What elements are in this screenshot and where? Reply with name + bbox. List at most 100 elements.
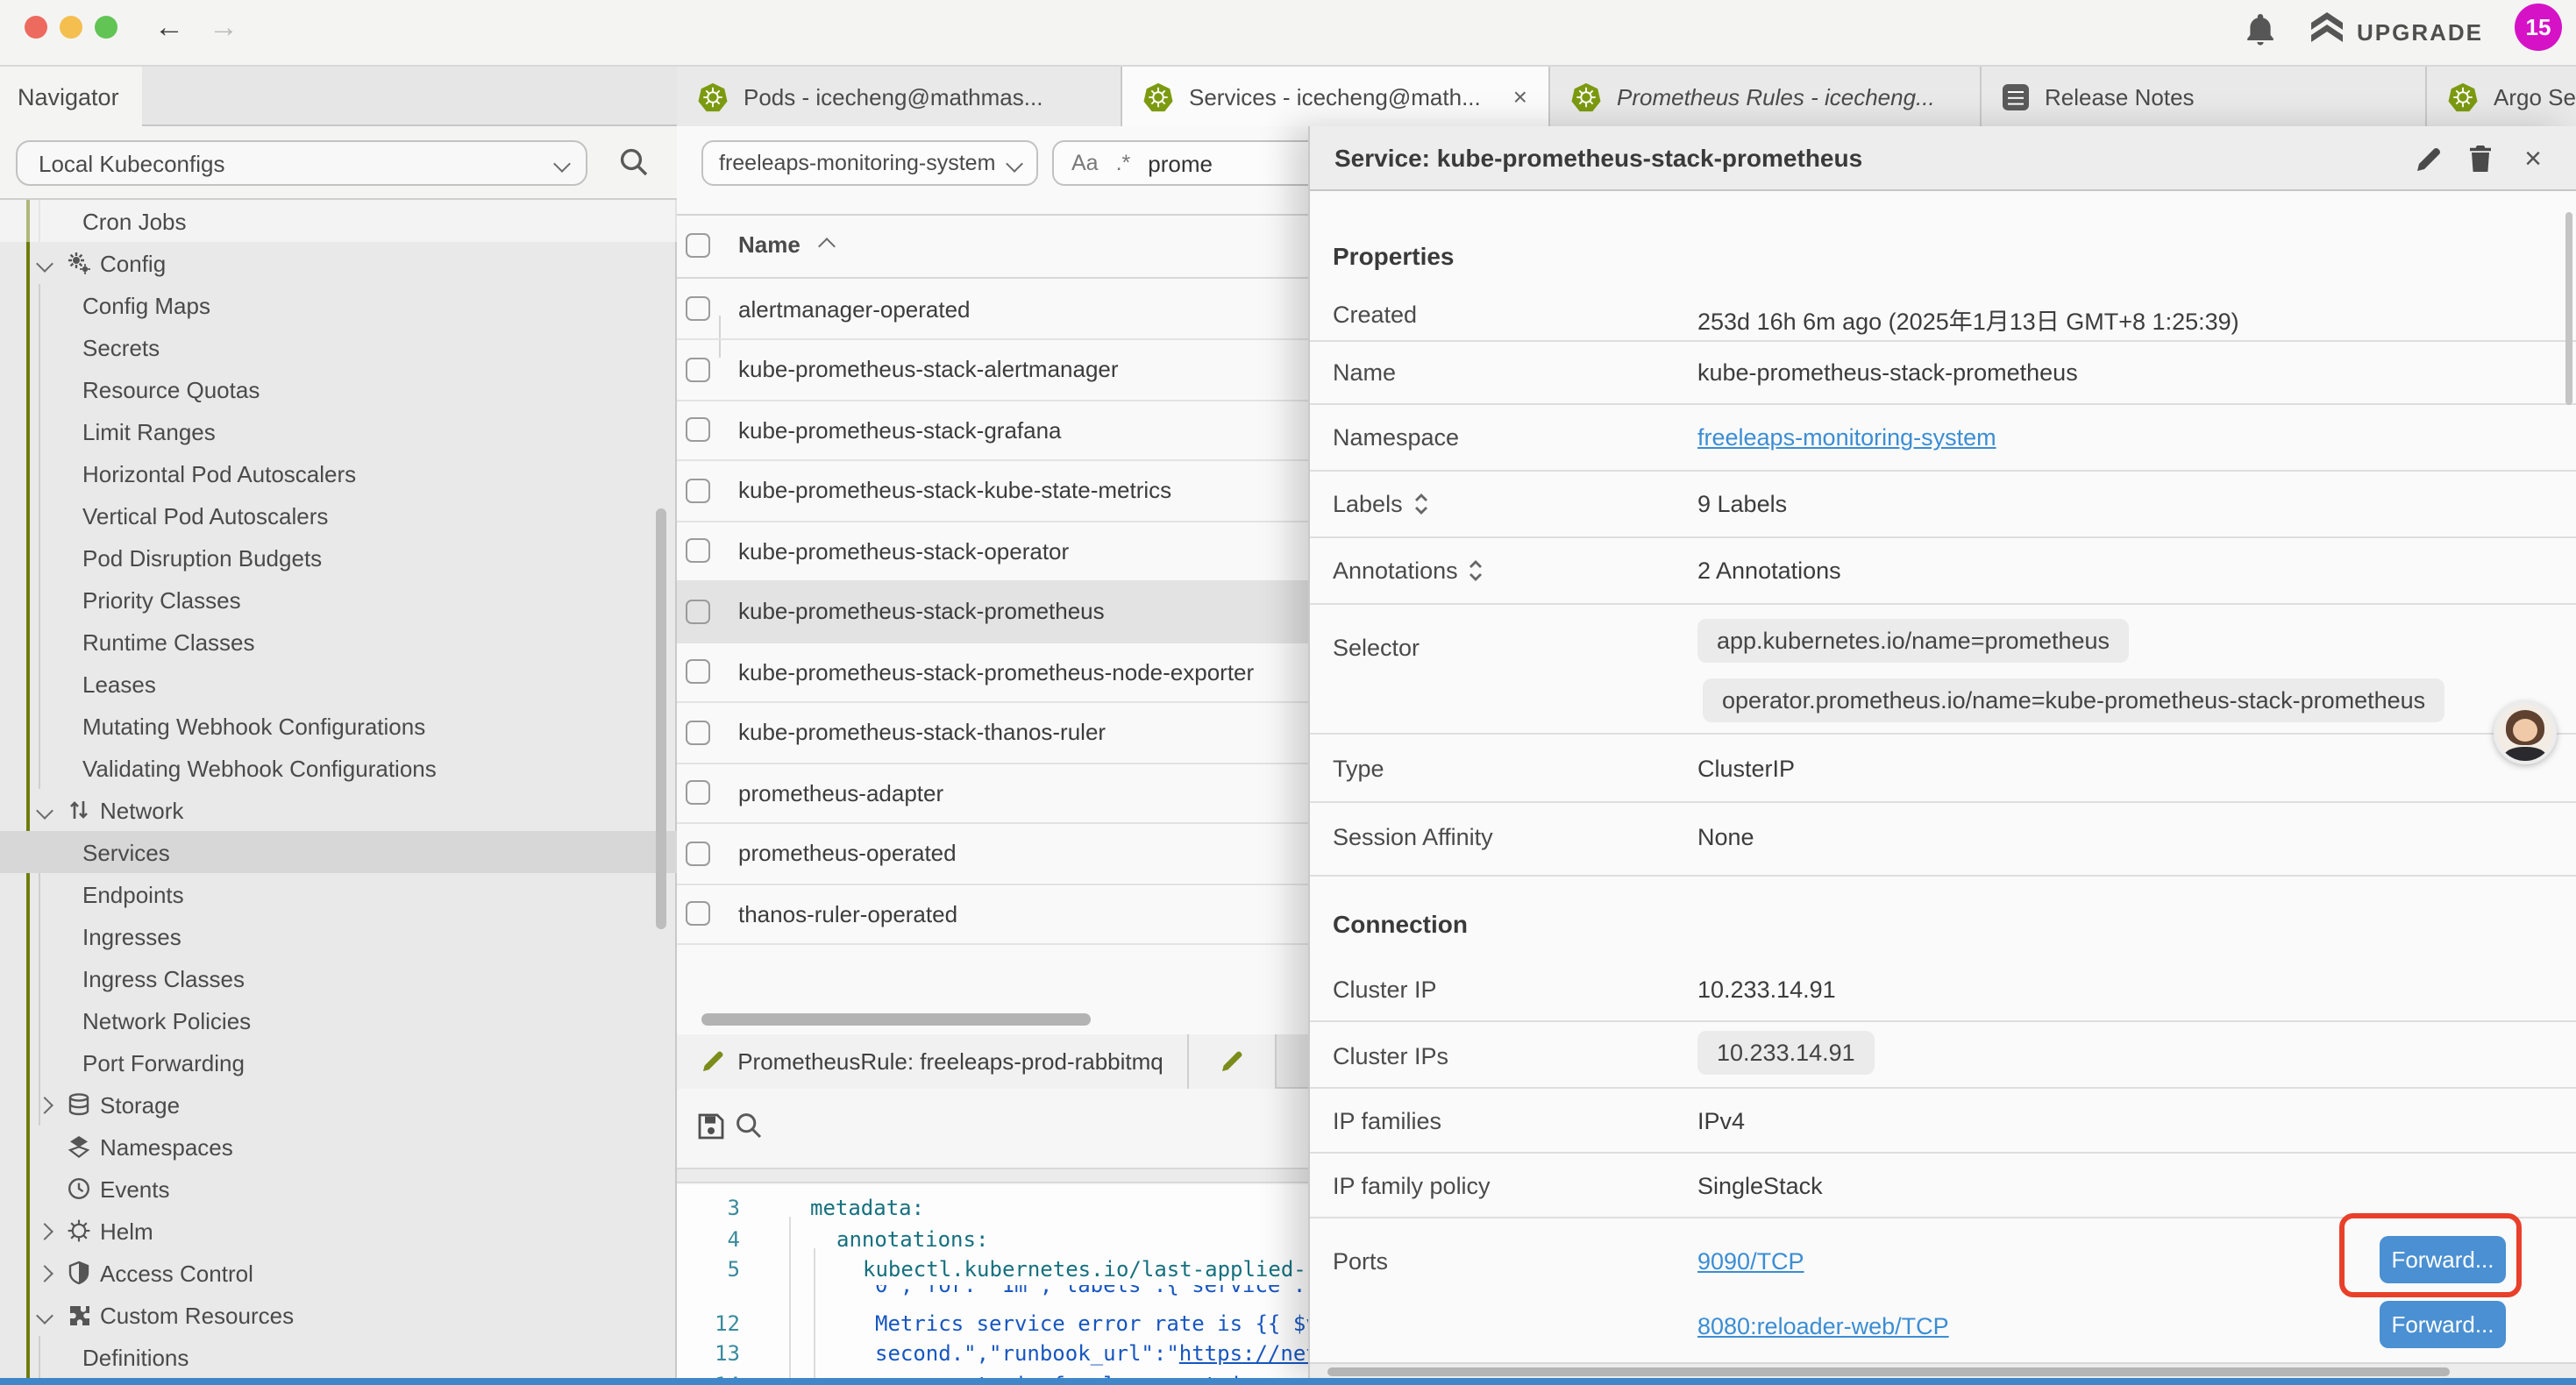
- sidebar-item-config-maps[interactable]: Config Maps: [0, 284, 677, 326]
- sidebar-item-resource-quotas[interactable]: Resource Quotas: [0, 368, 677, 410]
- editor-tab-prometheusrule[interactable]: PrometheusRule: freeleaps-prod-rabbitmq: [677, 1034, 1189, 1089]
- select-all-checkbox[interactable]: [686, 233, 710, 258]
- row-checkbox[interactable]: [686, 781, 710, 806]
- kubeconfig-select[interactable]: Local Kubeconfigs: [16, 140, 587, 186]
- yaml-editor[interactable]: 3metadata: 4annotations: 5kubectl.kubern…: [677, 1185, 1308, 1385]
- table-row[interactable]: prometheus-operated: [677, 824, 1308, 884]
- table-row[interactable]: prometheus-adapter: [677, 764, 1308, 824]
- table-row[interactable]: kube-prometheus-stack-grafana: [677, 401, 1308, 461]
- sidebar-item-ingress-classes[interactable]: Ingress Classes: [0, 957, 677, 999]
- save-icon[interactable]: [696, 1112, 726, 1141]
- row-checkbox[interactable]: [686, 297, 710, 322]
- row-checkbox[interactable]: [686, 539, 710, 564]
- table-row[interactable]: kube-prometheus-stack-alertmanager: [677, 340, 1308, 401]
- row-checkbox[interactable]: [686, 902, 710, 927]
- sidebar-item-horizontal-pod-autoscalers[interactable]: Horizontal Pod Autoscalers: [0, 452, 677, 494]
- table-row[interactable]: kube-prometheus-stack-operator: [677, 522, 1308, 582]
- namespace-filter-select[interactable]: freeleaps-monitoring-system: [701, 140, 1038, 186]
- drawer-horizontal-scrollbar-thumb[interactable]: [1327, 1367, 2450, 1376]
- sidebar-item-events[interactable]: Events: [0, 1168, 677, 1210]
- sidebar-item-namespaces[interactable]: Namespaces: [0, 1126, 677, 1168]
- navigator-panel-tab[interactable]: Navigator: [0, 67, 142, 126]
- sidebar-item-config[interactable]: Config: [0, 242, 677, 284]
- upgrade-chevrons-icon[interactable]: [2309, 12, 2345, 44]
- expand-sort-icon[interactable]: [1413, 493, 1429, 515]
- bell-icon[interactable]: [2245, 12, 2276, 47]
- tab-pods[interactable]: Pods - icecheng@mathmas...: [677, 67, 1122, 126]
- chevron-down-icon[interactable]: [36, 801, 53, 819]
- name-column-header[interactable]: Name: [738, 231, 801, 258]
- row-checkbox[interactable]: [686, 418, 710, 443]
- sidebar-item-ingresses[interactable]: Ingresses: [0, 915, 677, 957]
- upgrade-label[interactable]: UPGRADE: [2357, 19, 2483, 46]
- runbook-url-link[interactable]: https://net: [1179, 1342, 1319, 1367]
- port-8080-link[interactable]: 8080:reloader-web/TCP: [1697, 1313, 1949, 1339]
- delete-trash-icon[interactable]: [2464, 142, 2497, 175]
- sidebar-item-endpoints[interactable]: Endpoints: [0, 873, 677, 915]
- sidebar-item-definitions[interactable]: Definitions: [0, 1336, 677, 1378]
- sidebar-item-secrets[interactable]: Secrets: [0, 326, 677, 368]
- sidebar-item-leases[interactable]: Leases: [0, 663, 677, 705]
- sidebar-item-vertical-pod-autoscalers[interactable]: Vertical Pod Autoscalers: [0, 494, 677, 536]
- chevron-down-icon[interactable]: [36, 254, 53, 272]
- tab-argo[interactable]: Argo Se: [2427, 67, 2576, 126]
- drawer-scrollbar[interactable]: [2565, 212, 2572, 405]
- table-row[interactable]: thanos-ruler-operated: [677, 884, 1308, 945]
- sidebar-item-validating-webhook-configurations[interactable]: Validating Webhook Configurations: [0, 747, 677, 789]
- sidebar-item-network[interactable]: Network: [0, 789, 677, 831]
- table-row[interactable]: kube-prometheus-stack-prometheus-node-ex…: [677, 643, 1308, 703]
- namespace-link[interactable]: freeleaps-monitoring-system: [1697, 424, 1996, 451]
- sidebar-item-port-forwarding[interactable]: Port Forwarding: [0, 1041, 677, 1083]
- sidebar-scrollbar[interactable]: [656, 508, 666, 929]
- sidebar-item-priority-classes[interactable]: Priority Classes: [0, 579, 677, 621]
- minimize-window-button[interactable]: [60, 15, 82, 38]
- table-row[interactable]: kube-prometheus-stack-kube-state-metrics: [677, 461, 1308, 522]
- notification-badge[interactable]: 15: [2515, 4, 2562, 51]
- sidebar-item-mutating-webhook-configurations[interactable]: Mutating Webhook Configurations: [0, 705, 677, 747]
- tab-release-notes[interactable]: Release Notes: [1982, 67, 2427, 126]
- chevron-right-icon[interactable]: [36, 1264, 53, 1282]
- search-input[interactable]: Aa .* prome: [1052, 140, 1350, 186]
- sidebar-item-services[interactable]: Services: [0, 831, 677, 873]
- chevron-right-icon[interactable]: [36, 1096, 53, 1113]
- sidebar-item-runtime-classes[interactable]: Runtime Classes: [0, 621, 677, 663]
- sidebar-item-storage[interactable]: Storage: [0, 1083, 677, 1126]
- row-checkbox[interactable]: [686, 600, 710, 624]
- drawer-horizontal-scrollbar[interactable]: [1310, 1362, 2576, 1378]
- table-row[interactable]: alertmanager-operated: [677, 280, 1308, 340]
- match-case-toggle[interactable]: Aa: [1071, 151, 1099, 175]
- close-icon[interactable]: ×: [2516, 142, 2550, 175]
- editor-tab-partial[interactable]: [1189, 1034, 1276, 1089]
- forward-port-8080-button[interactable]: Forward...: [2380, 1301, 2506, 1348]
- port-9090-link[interactable]: 9090/TCP: [1697, 1248, 1804, 1275]
- sidebar-item-pod-disruption-budgets[interactable]: Pod Disruption Budgets: [0, 536, 677, 579]
- avatar[interactable]: [2494, 701, 2557, 764]
- row-checkbox[interactable]: [686, 479, 710, 503]
- sidebar-item-helm[interactable]: Helm: [0, 1210, 677, 1252]
- back-arrow-icon[interactable]: ←: [154, 11, 184, 46]
- row-checkbox[interactable]: [686, 358, 710, 382]
- row-checkbox[interactable]: [686, 842, 710, 866]
- chevron-down-icon[interactable]: [36, 1306, 53, 1324]
- chevron-right-icon[interactable]: [36, 1222, 53, 1239]
- close-window-button[interactable]: [25, 15, 47, 38]
- sidebar-item-limit-ranges[interactable]: Limit Ranges: [0, 410, 677, 452]
- table-row[interactable]: kube-prometheus-stack-thanos-ruler: [677, 703, 1308, 764]
- close-tab-icon[interactable]: ×: [1503, 82, 1527, 110]
- forward-arrow-icon[interactable]: →: [209, 11, 238, 46]
- tab-prometheus-rules[interactable]: Prometheus Rules - icecheng...: [1550, 67, 1982, 126]
- maximize-window-button[interactable]: [95, 15, 117, 38]
- sidebar-item-custom-resources[interactable]: Custom Resources: [0, 1294, 677, 1336]
- table-row-selected[interactable]: kube-prometheus-stack-prometheus: [677, 582, 1308, 643]
- sidebar-item-cron-jobs[interactable]: Cron Jobs: [0, 200, 677, 242]
- regex-toggle[interactable]: .*: [1116, 151, 1131, 175]
- sidebar-item-access-control[interactable]: Access Control: [0, 1252, 677, 1294]
- sort-ascending-icon[interactable]: [818, 238, 836, 255]
- tab-services[interactable]: Services - icecheng@math... ×: [1122, 67, 1550, 126]
- sidebar-item-network-policies[interactable]: Network Policies: [0, 999, 677, 1041]
- row-checkbox[interactable]: [686, 721, 710, 745]
- row-checkbox[interactable]: [686, 660, 710, 685]
- editor-search-icon[interactable]: [735, 1112, 763, 1140]
- search-icon[interactable]: [619, 147, 649, 177]
- horizontal-scrollbar[interactable]: [701, 1013, 1091, 1026]
